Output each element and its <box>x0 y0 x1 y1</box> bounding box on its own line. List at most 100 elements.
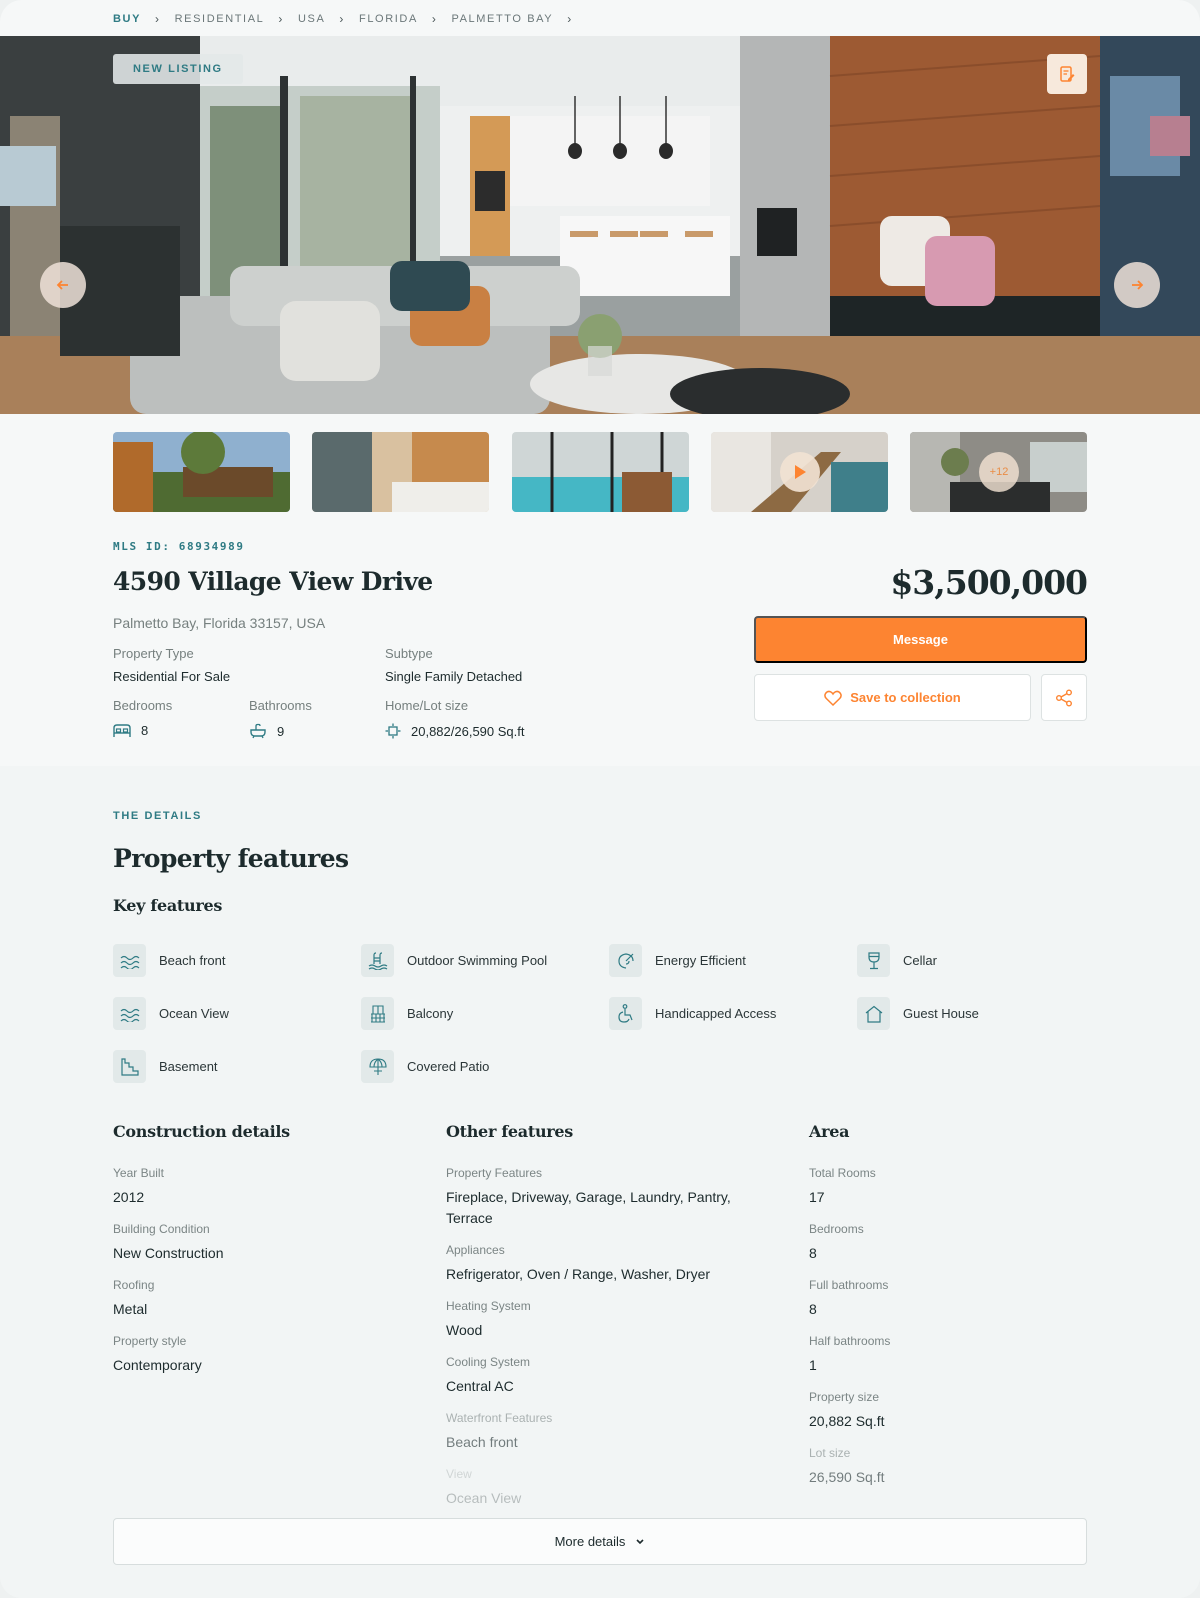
key-features-heading: Key features <box>113 896 223 915</box>
area-heading: Area <box>809 1122 850 1141</box>
bed-icon <box>113 723 131 737</box>
house-icon <box>857 997 890 1030</box>
feature-label: Guest House <box>903 1006 979 1021</box>
listing-page: BUY › RESIDENTIAL › USA › FLORIDA › PALM… <box>0 0 1200 1598</box>
detail-label: Appliances <box>446 1243 505 1257</box>
share-button[interactable] <box>1041 674 1087 721</box>
detail-item: Half bathrooms 1 <box>809 1334 1079 1376</box>
wine-glass-icon <box>857 944 890 977</box>
chevron-right-icon: › <box>278 12 284 26</box>
detail-value: 17 <box>809 1189 825 1205</box>
thumbnail-1[interactable] <box>113 432 290 512</box>
details-section: THE DETAILS Property features Key featur… <box>0 766 1200 1598</box>
detail-value: Ocean View <box>446 1490 522 1506</box>
construction-details-heading: Construction details <box>113 1122 290 1141</box>
detail-item: Lot size 26,590 Sq.ft <box>809 1446 1079 1488</box>
detail-label: Year Built <box>113 1166 164 1180</box>
thumbnail-photo <box>312 432 490 512</box>
chevron-right-icon: › <box>567 12 573 26</box>
thumbnail-2[interactable] <box>312 432 490 512</box>
breadcrumb-buy[interactable]: BUY <box>113 13 141 25</box>
hero-photo <box>0 36 1200 414</box>
new-listing-badge: NEW LISTING <box>113 54 243 84</box>
area-icon <box>385 723 401 739</box>
detail-label: Roofing <box>113 1278 155 1292</box>
property-address: Palmetto Bay, Florida 33157, USA <box>113 615 326 631</box>
breadcrumb: BUY › RESIDENTIAL › USA › FLORIDA › PALM… <box>113 12 573 26</box>
message-button[interactable]: Message <box>754 616 1087 663</box>
detail-label: Waterfront Features <box>446 1411 553 1425</box>
feature-label: Beach front <box>159 953 226 968</box>
feature-item: Covered Patio <box>361 1050 609 1083</box>
feature-item: Outdoor Swimming Pool <box>361 944 609 977</box>
thumbnail-3[interactable] <box>511 432 689 512</box>
waves-icon <box>113 944 146 977</box>
bathrooms-value-row: 9 <box>249 723 312 739</box>
feature-item: Beach front <box>113 944 361 977</box>
breadcrumb-usa[interactable]: USA <box>298 13 325 25</box>
details-eyebrow: THE DETAILS <box>113 810 202 822</box>
share-icon <box>1056 689 1072 706</box>
feature-item: Cellar <box>857 944 1105 977</box>
detail-value: 8 <box>809 1245 817 1261</box>
bedrooms-label: Bedrooms <box>113 698 173 713</box>
feature-label: Ocean View <box>159 1006 229 1021</box>
feature-item: Ocean View <box>113 997 361 1030</box>
thumbnail-photo <box>511 432 689 512</box>
detail-item: Bedrooms 8 <box>809 1222 1079 1264</box>
area-list: Total Rooms 17 Bedrooms 8 Full bathrooms… <box>809 1166 1079 1502</box>
bedrooms-value-row: 8 <box>113 723 172 738</box>
feature-label: Cellar <box>903 953 937 968</box>
save-to-collection-label: Save to collection <box>850 690 961 705</box>
more-details-button[interactable]: More details <box>113 1518 1087 1565</box>
bathrooms-label: Bathrooms <box>249 698 312 713</box>
previous-image-button[interactable] <box>40 262 86 308</box>
key-features-grid: Beach front Outdoor Swimming Pool Energy… <box>113 944 1103 1083</box>
bedrooms-value: 8 <box>141 723 149 738</box>
home-lot-size-label: Home/Lot size <box>385 698 469 713</box>
detail-label: Half bathrooms <box>809 1334 891 1348</box>
detail-value: Central AC <box>446 1378 514 1394</box>
save-to-collection-button[interactable]: Save to collection <box>754 674 1031 721</box>
property-features-heading: Property features <box>113 844 349 873</box>
other-features-list: Property Features Fireplace, Driveway, G… <box>446 1166 746 1523</box>
next-image-button[interactable] <box>1114 262 1160 308</box>
feature-label: Covered Patio <box>407 1059 490 1074</box>
detail-value: Contemporary <box>113 1357 202 1373</box>
detail-item: Building Condition New Construction <box>113 1222 393 1264</box>
detail-value: Beach front <box>446 1434 518 1450</box>
detail-value: Refrigerator, Oven / Range, Washer, Drye… <box>446 1266 711 1282</box>
detail-label: View <box>446 1467 472 1481</box>
thumbnail-4-video[interactable] <box>710 432 888 512</box>
detail-item: Appliances Refrigerator, Oven / Range, W… <box>446 1243 746 1285</box>
bathrooms: Bathrooms 9 <box>249 698 312 739</box>
detail-value: Wood <box>446 1322 483 1338</box>
thumbnail-5-more[interactable]: +12 <box>910 432 1087 512</box>
hero-gallery[interactable]: NEW LISTING <box>0 36 1200 414</box>
detail-value: Metal <box>113 1301 148 1317</box>
thumbnail-photo <box>113 432 290 512</box>
home-lot-size-value: 20,882/26,590 Sq.ft <box>411 723 525 739</box>
waves-icon <box>113 997 146 1030</box>
breadcrumb-florida[interactable]: FLORIDA <box>359 13 418 25</box>
detail-label: Full bathrooms <box>809 1278 889 1292</box>
more-photos-count[interactable]: +12 <box>979 452 1019 492</box>
detail-label: Building Condition <box>113 1222 210 1236</box>
detail-label: Total Rooms <box>809 1166 876 1180</box>
home-lot-size: Home/Lot size 20,882/26,590 Sq.ft <box>385 698 524 739</box>
detail-label: Heating System <box>446 1299 531 1313</box>
play-button[interactable] <box>779 452 820 492</box>
document-button[interactable] <box>1047 54 1087 94</box>
breadcrumb-residential[interactable]: RESIDENTIAL <box>175 13 265 25</box>
detail-item: Roofing Metal <box>113 1278 393 1320</box>
chevron-right-icon: › <box>339 12 346 26</box>
detail-label: Cooling System <box>446 1355 531 1369</box>
detail-item: Year Built 2012 <box>113 1166 393 1208</box>
breadcrumb-palmetto-bay[interactable]: PALMETTO BAY <box>452 13 554 25</box>
detail-value: Fireplace, Driveway, Garage, Laundry, Pa… <box>446 1189 731 1226</box>
chevron-down-icon <box>636 1538 644 1544</box>
play-icon <box>794 465 806 479</box>
property-type-value: Residential For Sale <box>113 669 231 684</box>
bedrooms: Bedrooms 8 <box>113 698 172 738</box>
pool-icon <box>361 944 394 977</box>
